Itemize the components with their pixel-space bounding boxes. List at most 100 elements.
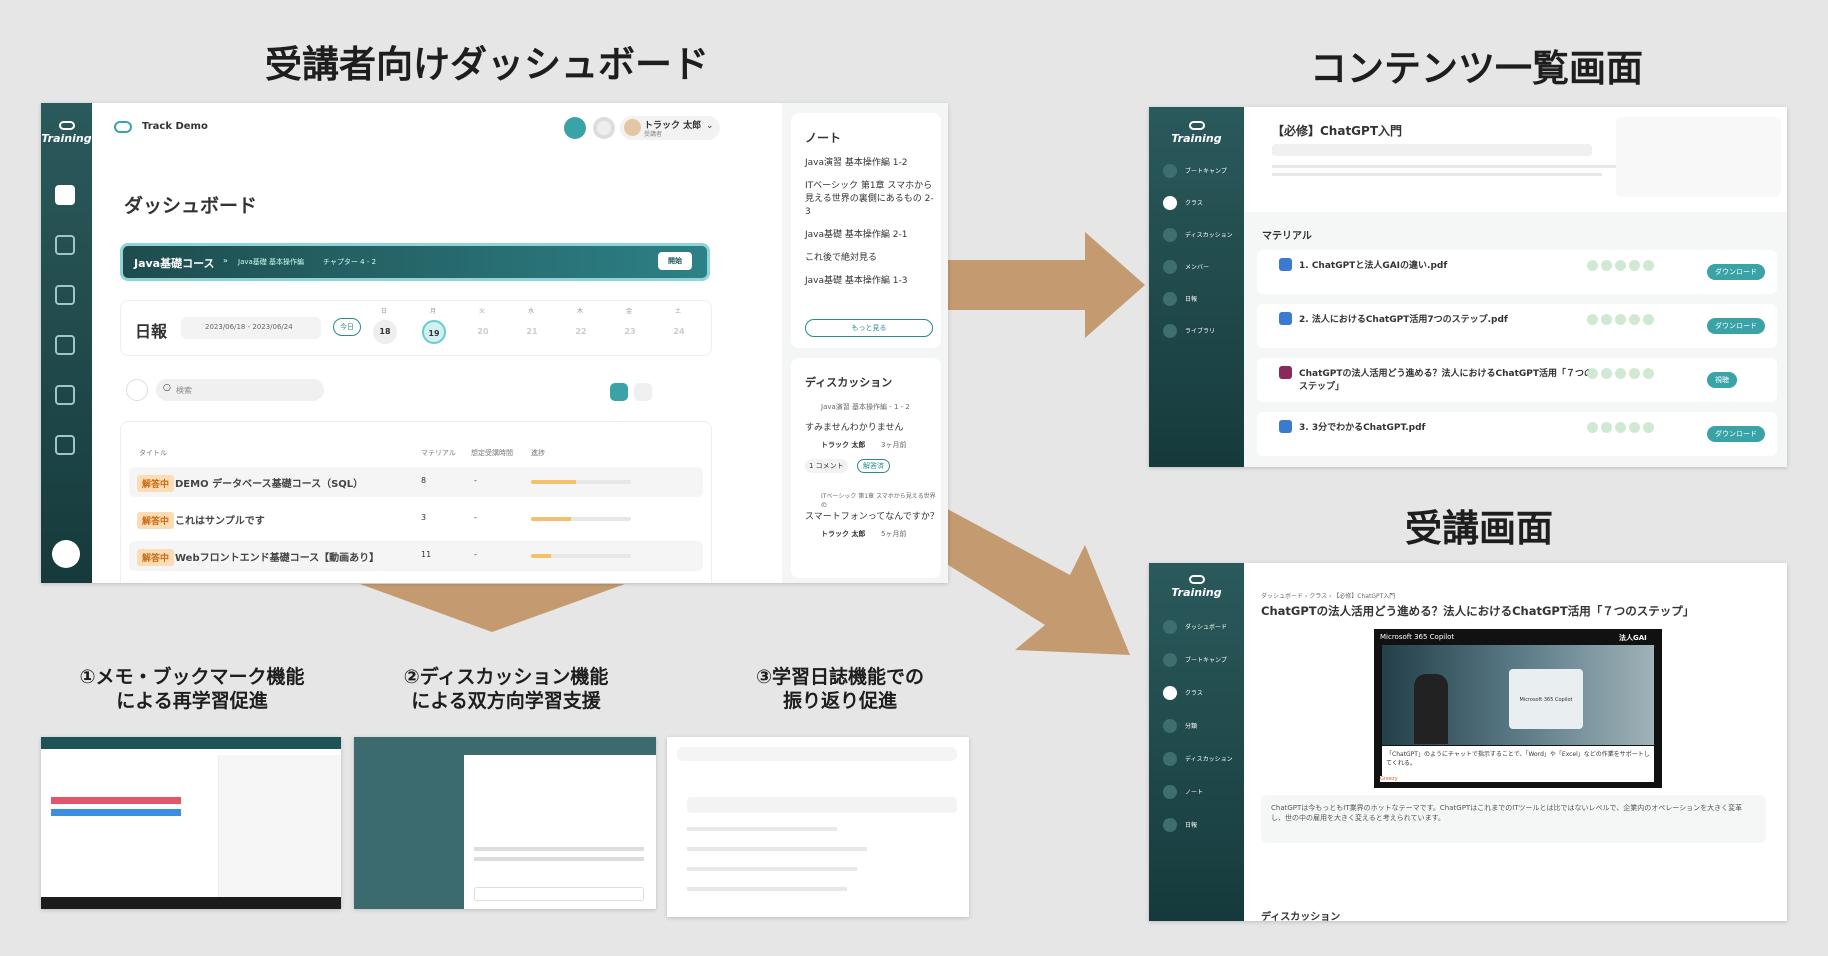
material-row[interactable]: ChatGPTの法人活用どう進める？法人におけるChatGPT活用「７つのステッ… xyxy=(1257,358,1777,402)
video-header: Microsoft 365 Copilot xyxy=(1380,633,1455,641)
user-menu[interactable]: トラック 太郎 受講者 ⌄ xyxy=(620,116,720,140)
sidebar-item[interactable]: メンバー xyxy=(1161,258,1241,278)
status-chip xyxy=(1601,368,1612,379)
list-view-toggle[interactable] xyxy=(610,383,628,401)
disc-text-1[interactable]: スマートフォンってなんですか？ xyxy=(805,509,939,522)
note-item[interactable]: Java基礎 基本操作編 2-1 xyxy=(805,229,935,242)
sidebar-item[interactable]: ノート xyxy=(1161,783,1241,803)
day-button[interactable]: 23 xyxy=(618,320,642,344)
training-logo: Training xyxy=(1149,575,1244,599)
download-button[interactable]: 視聴 xyxy=(1707,372,1737,388)
date-range[interactable]: 2023/06/18 - 2023/06/24 xyxy=(181,317,321,339)
feature-line2: による双方向学習支援 xyxy=(411,690,601,712)
sidebar-item[interactable]: 分類 xyxy=(1161,717,1241,737)
chat-nav-icon[interactable] xyxy=(55,335,75,355)
note-item[interactable]: Java演習 基本操作編 1-2 xyxy=(805,157,935,170)
day-button[interactable]: 19 xyxy=(422,320,446,344)
day-button[interactable]: 22 xyxy=(569,320,593,344)
start-button[interactable]: 開始 xyxy=(658,252,692,270)
download-button[interactable]: ダウンロード xyxy=(1707,264,1765,280)
weekday-label: 日 xyxy=(381,308,388,315)
status-chip xyxy=(1615,314,1626,325)
download-button[interactable]: ダウンロード xyxy=(1707,318,1765,334)
nav-icon xyxy=(1163,228,1177,242)
training-logo: Training xyxy=(41,121,92,145)
search-input[interactable]: ○ 検索 xyxy=(156,379,324,401)
note-item[interactable]: Java基礎 基本操作編 1-3 xyxy=(805,275,935,288)
dashboard-nav-icon[interactable] xyxy=(55,185,75,205)
nav-icon xyxy=(1163,260,1177,274)
avatar xyxy=(624,119,641,136)
status-badge: 解答中 xyxy=(137,512,175,529)
status-chip xyxy=(1615,260,1626,271)
pdf-icon xyxy=(1279,420,1292,433)
more-button[interactable]: もっと見る xyxy=(805,319,933,337)
lecture-discussion-heading: ディスカッション xyxy=(1261,912,1341,921)
today-button[interactable]: 今日 xyxy=(333,318,361,336)
discussion-title: ディスカッション xyxy=(805,376,893,389)
grid-view-toggle[interactable] xyxy=(634,383,652,401)
status-chip xyxy=(1601,314,1612,325)
daily-report-card: 日報 2023/06/18 - 2023/06/24 今日 日 18 月 19 火 20 水… xyxy=(120,300,712,356)
disc-text-0[interactable]: すみませんわかりません xyxy=(805,420,903,433)
status-chip xyxy=(1601,260,1612,271)
download-button[interactable]: ダウンロード xyxy=(1707,426,1765,442)
notes-card: ノート Java演習 基本操作編 1-2 ITベーシック 第1章 スマホから見える… xyxy=(791,113,941,348)
pdf-icon xyxy=(1279,366,1292,379)
sidebar-item[interactable]: ダッシュボード xyxy=(1161,618,1241,638)
contents-panel: Training ブートキャンプ クラス ディスカッション メンバー 日報 ライブラリ 【… xyxy=(1149,107,1787,467)
sidebar-item[interactable]: ディスカッション xyxy=(1161,750,1241,770)
sidebar-item[interactable]: ブートキャンプ xyxy=(1161,651,1241,671)
bell-button[interactable] xyxy=(564,117,586,139)
status-chip xyxy=(1643,368,1654,379)
nav-icon xyxy=(1163,686,1177,700)
breadcrumb[interactable]: ダッシュボード › クラス › 【必修】ChatGPT入門 xyxy=(1261,591,1395,600)
course-banner[interactable]: Java基礎コース » Java基礎 基本操作編 チャプター 4 - 2 開始 xyxy=(120,243,710,281)
day-button[interactable]: 24 xyxy=(667,320,691,344)
book-icon[interactable] xyxy=(52,540,80,568)
note-item[interactable]: これ後で絶対見る xyxy=(805,252,935,265)
banner-part: Java基礎 基本操作編 xyxy=(238,258,305,266)
weekday-label: 土 xyxy=(675,308,682,315)
row-title: Webフロントエンド基礎コース【動画あり】 xyxy=(175,553,380,564)
search-placeholder: 検索 xyxy=(176,386,192,395)
sidebar-item[interactable]: ライブラリ xyxy=(1161,322,1241,342)
nav-label: ブートキャンプ xyxy=(1185,168,1227,175)
lecture-sidebar: Training ダッシュボード ブートキャンプ クラス分類ディスカッション ノート日… xyxy=(1149,563,1244,921)
sidebar-item[interactable]: ディスカッション xyxy=(1161,226,1241,246)
pdf-icon xyxy=(1279,258,1292,271)
day-button[interactable]: 20 xyxy=(471,320,495,344)
sidebar-item[interactable]: ブートキャンプ xyxy=(1161,162,1241,182)
feature-line1: ①メモ・ブックマーク機能 xyxy=(79,666,305,688)
table-row[interactable]: 解答中 DEMO データベース基礎コース（SQL） 8 - xyxy=(129,467,703,497)
row-materials: 11 xyxy=(421,550,432,559)
document-nav-icon[interactable] xyxy=(55,285,75,305)
calendar-nav-icon[interactable] xyxy=(55,435,75,455)
video-badge: 法人GAI xyxy=(1619,634,1647,642)
feature-label: ③学習日誌機能での 振り返り促進 xyxy=(700,665,980,713)
note-item[interactable]: ITベーシック 第1章 スマホから見える世界の裏側にあるもの 2-3 xyxy=(805,180,935,219)
filter-icon[interactable] xyxy=(126,379,148,401)
dashboard-sidebar: Training xyxy=(41,103,92,583)
day-button[interactable]: 18 xyxy=(373,320,397,344)
sidebar-item[interactable]: クラス xyxy=(1161,684,1241,704)
tablet-nav-icon[interactable] xyxy=(55,235,75,255)
material-row[interactable]: 1. ChatGPTと法人GAIの違い.pdf ダウンロード xyxy=(1257,250,1777,294)
table-row[interactable]: 解答中 これはサンプルです 3 - xyxy=(129,504,703,534)
notes-title: ノート xyxy=(805,131,842,145)
gear-icon[interactable] xyxy=(593,117,615,139)
video-player[interactable]: Microsoft 365 Copilot 法人GAI Microsoft 36… xyxy=(1374,629,1662,788)
lecture-title: ChatGPTの法人活用どう進める？法人におけるChatGPT活用「７つのステッ… xyxy=(1261,604,1695,618)
video-caption: 「ChatGPT」のようにチャットで指示することで、「Word」や「Excel」… xyxy=(1382,746,1654,782)
material-title: 3. 3分でわかるChatGPT.pdf xyxy=(1299,423,1426,433)
row-materials: 3 xyxy=(421,513,427,522)
material-row[interactable]: 2. 法人におけるChatGPT活用7つのステップ.pdf ダウンロード xyxy=(1257,304,1777,348)
sidebar-item[interactable]: 日報 xyxy=(1161,290,1241,310)
file-nav-icon[interactable] xyxy=(55,385,75,405)
day-button[interactable]: 21 xyxy=(520,320,544,344)
sidebar-item[interactable]: 日報 xyxy=(1161,816,1241,836)
status-chip xyxy=(1629,368,1640,379)
material-row[interactable]: 3. 3分でわかるChatGPT.pdf ダウンロード xyxy=(1257,412,1777,456)
table-row[interactable]: 解答中 Webフロントエンド基礎コース【動画あり】 11 - xyxy=(129,541,703,571)
sidebar-item[interactable]: クラス xyxy=(1161,194,1241,214)
